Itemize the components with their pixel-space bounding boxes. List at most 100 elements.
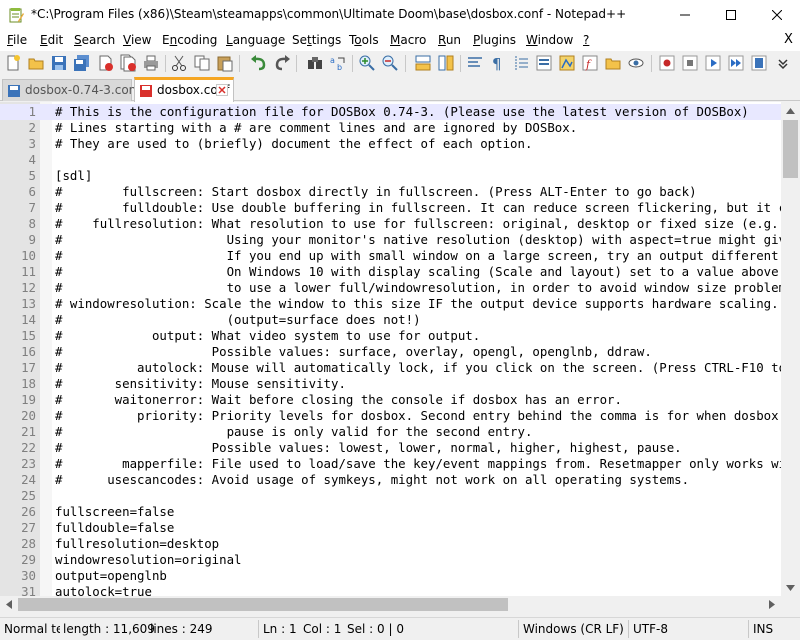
close-file-icon[interactable] (96, 54, 114, 72)
text-editor[interactable]: 1 # This is the configuration file for DO… (0, 102, 781, 596)
editor-line[interactable]: 28 fullresolution=desktop (0, 536, 781, 552)
document-map-icon[interactable] (558, 54, 576, 72)
menu-language[interactable]: Language (226, 33, 285, 47)
folder-as-workspace-icon[interactable] (604, 54, 622, 72)
editor-line[interactable]: 17 # autolock: Mouse will automatically l… (0, 360, 781, 376)
menu-view[interactable]: View (123, 33, 151, 47)
editor-line[interactable]: 5 [sdl] (0, 168, 781, 184)
editor-line[interactable]: 19 # waitonerror: Wait before closing the… (0, 392, 781, 408)
menu-close-document[interactable]: X (784, 32, 793, 47)
editor-line[interactable]: 6 # fullscreen: Start dosbox directly in … (0, 184, 781, 200)
playback-macro-icon[interactable] (704, 54, 722, 72)
toolbar-overflow-icon[interactable] (774, 54, 792, 72)
editor-line[interactable]: 27 fulldouble=false (0, 520, 781, 536)
menu-help[interactable]: ? (583, 33, 589, 47)
undo-icon[interactable] (250, 54, 268, 72)
menu-tools[interactable]: Tools (349, 33, 379, 47)
vertical-scroll-thumb[interactable] (783, 120, 798, 178)
editor-line[interactable]: 22 # Possible values: lowest, lower, norm… (0, 440, 781, 456)
scroll-down-button[interactable] (782, 579, 799, 596)
editor-line[interactable]: 26 fullscreen=false (0, 504, 781, 520)
editor-line[interactable]: 16 # Possible values: surface, overlay, o… (0, 344, 781, 360)
cut-icon[interactable] (170, 54, 188, 72)
save-macro-icon[interactable] (750, 54, 768, 72)
tab-dosbox-0-74-3-conf[interactable]: dosbox-0.74-3.conf (2, 79, 141, 101)
editor-line[interactable]: 11 # On Windows 10 with display scaling (… (0, 264, 781, 280)
svg-text:b: b (337, 63, 342, 72)
maximize-button[interactable] (708, 0, 754, 30)
close-all-icon[interactable] (119, 54, 137, 72)
tab-close-icon[interactable] (216, 84, 228, 96)
editor-line[interactable]: 9 # Using your monitor's native resolutio… (0, 232, 781, 248)
horizontal-scrollbar[interactable] (0, 596, 781, 613)
menu-plugins[interactable]: Plugins (473, 33, 516, 47)
editor-line[interactable]: 12 # to use a lower full/windowresolution… (0, 280, 781, 296)
new-file-icon[interactable] (4, 54, 22, 72)
editor-line[interactable]: 8 # fullresolution: What resolution to us… (0, 216, 781, 232)
monitoring-icon[interactable] (627, 54, 645, 72)
minimize-button[interactable] (662, 0, 708, 30)
editor-line[interactable]: 3 # They are used to (briefly) document t… (0, 136, 781, 152)
status-encoding[interactable]: UTF-8 (633, 622, 668, 636)
editor-line[interactable]: 15 # output: What video system to use for… (0, 328, 781, 344)
tab-dosbox-conf[interactable]: dosbox.conf (134, 77, 234, 102)
menu-edit[interactable]: Edit (40, 33, 63, 47)
editor-line[interactable]: 14 # (output=surface does not!) (0, 312, 781, 328)
menu-search[interactable]: Search (74, 33, 115, 47)
menu-macro[interactable]: Macro (390, 33, 426, 47)
editor-line[interactable]: 25 (0, 488, 781, 504)
function-list-icon[interactable]: f (581, 54, 599, 72)
stop-recording-icon[interactable] (681, 54, 699, 72)
save-all-icon[interactable] (73, 54, 91, 72)
line-number: 31 (21, 584, 36, 596)
editor-line[interactable]: 18 # sensitivity: Mouse sensitivity. (0, 376, 781, 392)
menu-settings[interactable]: Settings (292, 33, 341, 47)
editor-line[interactable]: 4 (0, 152, 781, 168)
menu-encoding[interactable]: Encoding (162, 33, 217, 47)
editor-line[interactable]: 31 autolock=true (0, 584, 781, 596)
scroll-right-button[interactable] (763, 596, 780, 613)
scroll-left-button[interactable] (0, 596, 17, 613)
close-button[interactable] (754, 0, 800, 30)
editor-line[interactable]: 29 windowresolution=original (0, 552, 781, 568)
scroll-up-button[interactable] (782, 102, 799, 119)
horizontal-scroll-thumb[interactable] (18, 598, 508, 611)
language-define-icon[interactable] (535, 54, 553, 72)
editor-line[interactable]: 1 # This is the configuration file for DO… (0, 104, 781, 120)
menu-window[interactable]: Window (526, 33, 573, 47)
editor-line[interactable]: 23 # mapperfile: File used to load/save t… (0, 456, 781, 472)
run-macro-multiple-icon[interactable] (727, 54, 745, 72)
editor-line[interactable]: 20 # priority: Priority levels for dosbox… (0, 408, 781, 424)
find-icon[interactable] (306, 54, 324, 72)
sync-horizontal-icon[interactable] (437, 54, 455, 72)
menu-file[interactable]: File (7, 33, 27, 47)
status-insert-mode[interactable]: INS (753, 622, 773, 636)
editor-line[interactable]: 2 # Lines starting with a # are comment l… (0, 120, 781, 136)
editor-line[interactable]: 10 # If you end up with small window on a… (0, 248, 781, 264)
copy-icon[interactable] (193, 54, 211, 72)
redo-icon[interactable] (273, 54, 291, 72)
menu-run[interactable]: Run (438, 33, 461, 47)
zoom-out-icon[interactable] (381, 54, 399, 72)
editor-line[interactable]: 21 # pause is only valid for the second e… (0, 424, 781, 440)
editor-line[interactable]: 24 # usescancodes: Avoid usage of symkeys… (0, 472, 781, 488)
chevron-up-icon (786, 107, 795, 114)
title-bar[interactable]: *C:\Program Files (x86)\Steam\steamapps\… (0, 0, 800, 30)
record-macro-icon[interactable] (658, 54, 676, 72)
replace-icon[interactable]: ab (329, 54, 347, 72)
status-eol-format[interactable]: Windows (CR LF) (523, 622, 624, 636)
open-file-icon[interactable] (27, 54, 45, 72)
editor-line[interactable]: 30 output=openglnb (0, 568, 781, 584)
editor-line[interactable]: 13 # windowresolution: Scale the window t… (0, 296, 781, 312)
zoom-in-icon[interactable] (358, 54, 376, 72)
minimize-icon (680, 14, 690, 16)
show-all-characters-icon[interactable]: ¶ (489, 54, 507, 72)
print-icon[interactable] (142, 54, 160, 72)
save-icon[interactable] (50, 54, 68, 72)
paste-icon[interactable] (216, 54, 234, 72)
word-wrap-icon[interactable] (466, 54, 484, 72)
sync-vertical-icon[interactable] (414, 54, 432, 72)
editor-line[interactable]: 7 # fulldouble: Use double buffering in f… (0, 200, 781, 216)
vertical-scrollbar[interactable] (781, 102, 800, 596)
indent-guide-icon[interactable] (512, 54, 530, 72)
